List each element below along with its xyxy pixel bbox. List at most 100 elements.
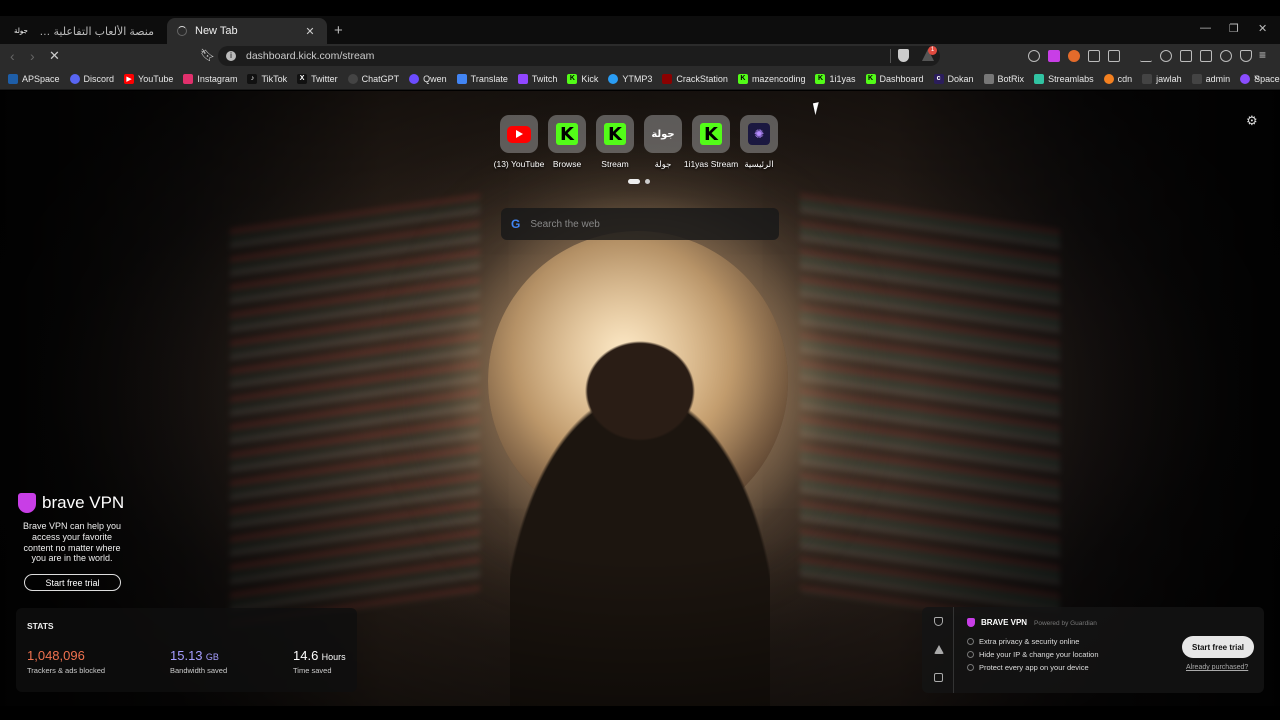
top-site-label: جولة — [654, 159, 672, 169]
sidebar-icon[interactable] — [1180, 50, 1192, 62]
brave-shields-icon[interactable] — [898, 49, 909, 62]
download-icon[interactable] — [1140, 50, 1152, 62]
bookmark-crackstation[interactable]: CrackStation — [662, 73, 728, 84]
loading-spinner-icon — [177, 26, 187, 36]
bottom-edge — [0, 706, 1280, 720]
top-sites: (13) YouTube K Browse K Stream جولة جولة… — [493, 115, 783, 170]
home-site-icon: ✺ — [748, 123, 770, 145]
vpn-shield-icon[interactable] — [934, 617, 943, 626]
tab-new-tab[interactable]: New Tab ✕ — [167, 18, 327, 44]
mouse-cursor-icon — [812, 100, 828, 116]
bookmark-1i1yas[interactable]: K 1i1yas — [815, 73, 856, 84]
bookmark-discord[interactable]: Discord — [69, 73, 114, 84]
bookmark-dashboard[interactable]: K Dashboard — [865, 73, 924, 84]
close-tab-icon[interactable]: ✕ — [303, 25, 317, 38]
forward-icon[interactable]: › — [30, 48, 35, 64]
kick-icon: K — [556, 123, 578, 145]
page-dot[interactable] — [645, 179, 650, 184]
restore-icon[interactable]: ❐ — [1229, 22, 1239, 35]
bookmark-qwen[interactable]: Qwen — [409, 73, 447, 84]
ytmp3-icon — [608, 73, 619, 84]
site-info-icon[interactable]: i — [226, 51, 236, 61]
stop-loading-icon[interactable]: ✕ — [49, 48, 60, 64]
stat-unit: GB — [205, 652, 219, 662]
bookmark-tiktok[interactable]: ♪ TikTok — [247, 73, 287, 84]
title-text: BRAVE VPN — [981, 618, 1028, 627]
qwen-icon — [409, 73, 420, 84]
search-box[interactable]: G Search the web — [501, 208, 779, 240]
media-icon[interactable] — [1160, 50, 1172, 62]
bookmark-label: CrackStation — [676, 73, 728, 84]
tab-jawlah[interactable]: جولة منصة الألعاب التفاعلية - Jawlah | ج… — [4, 18, 164, 44]
top-site-browse[interactable]: K Browse — [543, 115, 591, 170]
menu-icon[interactable]: ≡ — [1259, 48, 1266, 62]
bookmark-botrix[interactable]: BotRix — [983, 73, 1025, 84]
page-dot[interactable] — [628, 179, 640, 184]
bookmark-label: cdn — [1117, 73, 1133, 84]
bookmark-admin[interactable]: admin — [1191, 73, 1230, 84]
cards-icon[interactable] — [934, 673, 943, 682]
apspace-icon — [8, 73, 18, 84]
more-bookmarks-icon[interactable]: » — [1254, 72, 1260, 84]
spacemail-icon — [1240, 73, 1251, 84]
wallet-icon[interactable] — [1200, 50, 1212, 62]
bookmark-chatgpt[interactable]: ChatGPT — [347, 73, 399, 84]
brave-vpn-logo-icon — [18, 493, 36, 513]
top-site-jawlah[interactable]: جولة جولة — [639, 115, 687, 170]
bookmark-label: APSpace — [22, 73, 60, 84]
close-window-icon[interactable]: ✕ — [1258, 22, 1267, 35]
bookmark-youtube[interactable]: ▶ YouTube — [124, 73, 174, 84]
widget-rail — [922, 607, 954, 693]
top-site-1i1yas-stream[interactable]: K 1i1yas Stream — [684, 115, 738, 170]
minimize-icon[interactable]: — — [1200, 22, 1211, 34]
bookmark-instagram[interactable]: Instagram — [183, 73, 237, 84]
extension-icon[interactable] — [1028, 50, 1040, 62]
stats-widget: STATS 1,048,096 Trackers & ads blocked 1… — [16, 608, 357, 692]
vpn-extension-icon[interactable] — [1048, 50, 1060, 62]
tab-title: New Tab — [195, 25, 238, 37]
bookmark-label: YouTube — [138, 73, 174, 84]
top-site-home[interactable]: ✺ الرئيسية — [735, 115, 783, 170]
vpn-shield-icon[interactable] — [1240, 50, 1252, 62]
screenshot-icon[interactable] — [1108, 50, 1120, 62]
extension-icon[interactable] — [1068, 50, 1080, 62]
streamlabs-icon — [1034, 73, 1045, 84]
stat-label: Bandwidth saved — [170, 666, 228, 675]
leo-ai-icon[interactable] — [1220, 50, 1232, 62]
bookmark-twitch[interactable]: Twitch — [517, 73, 557, 84]
address-bar[interactable]: i dashboard.kick.com/stream 1 — [218, 46, 940, 66]
stat-time: 14.6 Hours Time saved — [293, 648, 346, 675]
stat-unit: Hours — [321, 652, 346, 662]
bookmark-dokan[interactable]: c Dokan — [933, 73, 974, 84]
bookmark-jawlah[interactable]: jawlah — [1142, 73, 1182, 84]
bookmark-apspace[interactable]: APSpace — [8, 73, 60, 84]
already-purchased-link[interactable]: Already purchased? — [1186, 664, 1248, 671]
bookmark-label: Kick — [581, 73, 599, 84]
top-site-label: (13) YouTube — [493, 159, 545, 169]
bookmark-cdn[interactable]: cdn — [1103, 73, 1133, 84]
bookmark-twitter[interactable]: X Twitter — [297, 73, 338, 84]
extensions-puzzle-icon[interactable] — [1088, 50, 1100, 62]
bookmark-page-icon[interactable]: 🔖︎ — [200, 48, 215, 62]
bookmark-label: BotRix — [997, 73, 1025, 84]
stat-label: Time saved — [293, 666, 332, 675]
back-icon[interactable]: ‹ — [10, 48, 15, 64]
start-free-trial-button[interactable]: Start free trial — [24, 574, 121, 592]
top-site-youtube[interactable]: (13) YouTube — [493, 115, 545, 170]
bookmark-ytmp3[interactable]: YTMP3 — [608, 73, 652, 84]
bookmark-spacemail[interactable]: Spacemail — [1240, 73, 1280, 84]
bookmark-label: Streamlabs — [1048, 73, 1094, 84]
gear-icon[interactable]: ⚙ — [1246, 113, 1258, 129]
top-site-label: Browse — [552, 159, 582, 169]
start-free-trial-button[interactable]: Start free trial — [1182, 636, 1254, 658]
rewards-icon[interactable] — [934, 645, 944, 654]
top-site-label: الرئيسية — [744, 159, 774, 169]
bookmark-translate[interactable]: Translate — [456, 73, 508, 84]
feature-text: Hide your IP & change your location — [979, 650, 1099, 659]
bookmark-streamlabs[interactable]: Streamlabs — [1034, 73, 1094, 84]
bookmark-kick[interactable]: K Kick — [567, 73, 599, 84]
top-site-stream[interactable]: K Stream — [591, 115, 639, 170]
translate-icon — [456, 73, 467, 84]
new-tab-button[interactable]: + — [334, 22, 343, 39]
bookmark-mazencoding[interactable]: Kmazencoding — [737, 73, 805, 84]
